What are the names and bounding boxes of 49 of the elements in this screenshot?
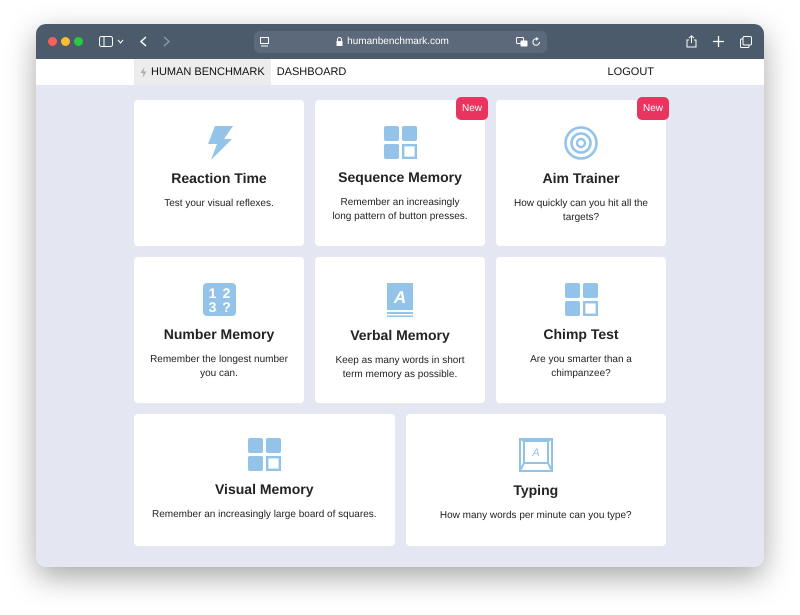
lock-icon [336,37,344,46]
card-description: How quickly can you hit all the targets? [513,197,649,224]
card-title: Visual Memory [214,480,315,499]
new-tab-icon[interactable] [713,36,724,47]
card-title: Typing [512,481,560,500]
card-description: How many words per minute can you type? [438,509,633,522]
card-description: Remember the longest number you can. [149,353,289,380]
url-text: humanbenchmark.com [347,35,449,49]
card-description: Remember an increasingly large board of squares. [150,508,378,522]
test-card[interactable]: Visual Memory Remember an increasingly large board of squares. [134,414,394,546]
back-icon[interactable] [140,36,147,47]
new-badge: New [636,97,669,120]
bolt-icon [140,66,147,78]
card-description: Remember an increasingly long pattern of button presses. [331,196,469,223]
card-title: Number Memory [162,325,276,344]
card-title: Aim Trainer [541,169,621,188]
new-badge: New [456,97,488,120]
chevron-down-icon[interactable] [117,39,124,44]
reload-icon[interactable] [532,36,541,46]
grid-icon [384,126,416,159]
home-link[interactable]: HUMAN BENCHMARK [134,59,271,85]
maximize-button[interactable] [74,37,83,46]
tabs-icon[interactable] [740,36,752,48]
test-card[interactable]: Reaction Time Test your visual reflexes. [134,100,304,246]
grid-icon [248,438,281,471]
test-card[interactable]: Chimp Test Are you smarter than a chimpanzee? [496,257,666,403]
target-icon [564,126,598,160]
card-title: Reaction Time [170,169,268,188]
share-icon[interactable] [686,35,697,48]
lightning-bolt-icon [205,126,233,160]
card-description: Test your visual reflexes. [163,197,275,210]
test-card[interactable]: New Sequence Memory Remember an increasingly long pattern of button presses. [315,100,485,246]
card-description: Are you smarter than a chimpanzee? [529,353,633,380]
card-title: Verbal Memory [349,326,451,345]
sidebar-icon[interactable] [99,36,113,47]
test-card[interactable]: A Verbal Memory Keep as many words in short term memory as possible. [315,257,485,403]
number-icon: 1 2 3 ? [202,283,236,316]
test-card[interactable]: 1 2 3 ? Number Memory Remember the longest number you can. [134,257,304,403]
logout-link[interactable]: LOGOUT [602,64,660,80]
translate-icon[interactable] [516,36,528,46]
minimize-button[interactable] [61,37,70,46]
grid-icon [564,283,598,316]
test-card[interactable]: A Typing How many words per minute can you type? [406,414,666,546]
card-description: Keep as many words in short term memory as possible. [334,354,466,381]
nav-link[interactable]: DASHBOARD [270,64,352,80]
address-bar[interactable]: humanbenchmark.com [254,30,547,52]
test-card[interactable]: New Aim Trainer How quickly can you hit all the targets? [496,100,666,246]
card-title: Sequence Memory [337,168,463,187]
card-title: Chimp Test [542,325,620,344]
